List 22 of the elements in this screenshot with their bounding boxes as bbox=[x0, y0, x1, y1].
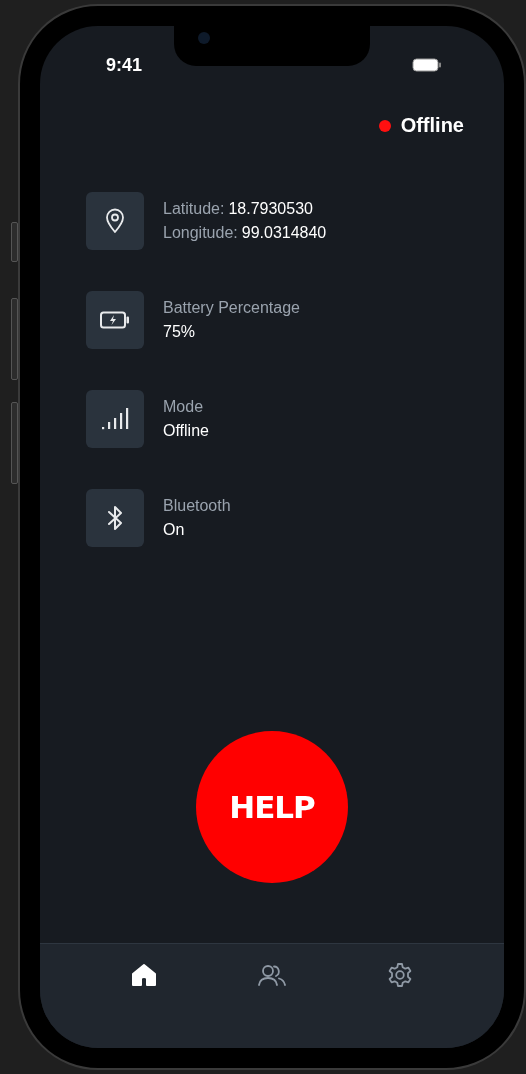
signal-bars-icon bbox=[101, 407, 129, 431]
info-value: On bbox=[163, 521, 186, 539]
home-icon bbox=[131, 963, 157, 987]
info-value: 75% bbox=[163, 323, 197, 341]
camera-icon bbox=[198, 32, 210, 44]
coordinate-label: Latitude: bbox=[163, 200, 225, 218]
battery-charging-icon bbox=[100, 311, 130, 329]
coordinate-value: 99.0314840 bbox=[241, 224, 327, 242]
bluetooth-icon bbox=[106, 505, 124, 531]
info-title: Mode bbox=[163, 398, 205, 416]
info-value: Offline bbox=[163, 422, 209, 440]
location-pin-icon bbox=[104, 208, 126, 234]
info-title: Battery Percentage bbox=[163, 299, 300, 317]
settings-icon bbox=[387, 962, 413, 988]
connection-status: Offline bbox=[400, 114, 464, 137]
battery-icon bbox=[412, 58, 442, 72]
people-icon bbox=[257, 963, 287, 987]
status-time: 9:41 bbox=[106, 54, 143, 76]
coordinate-value: 18.7930530 bbox=[228, 200, 313, 218]
info-title: Bluetooth bbox=[163, 497, 231, 515]
help-button[interactable]: HELP bbox=[196, 731, 348, 883]
coordinate-label: Longitude: bbox=[163, 224, 238, 242]
